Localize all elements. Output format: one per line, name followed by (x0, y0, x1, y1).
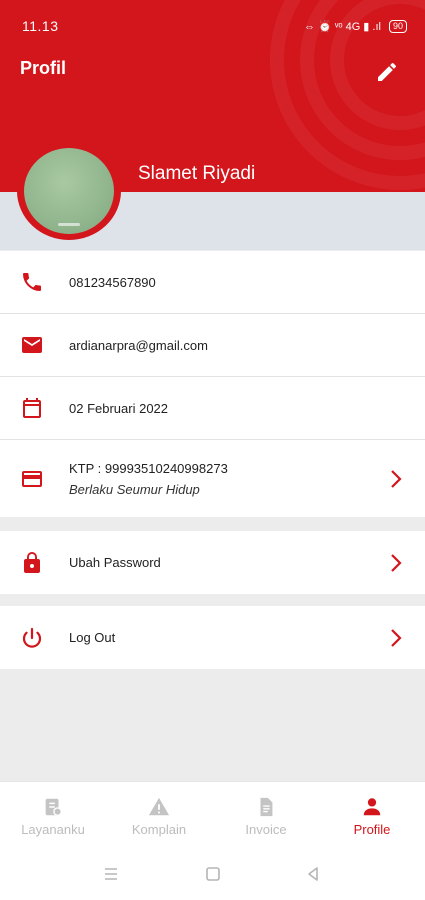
battery-icon: 90 (388, 19, 407, 33)
home-icon[interactable] (205, 866, 221, 882)
profile-name: Slamet Riyadi (138, 163, 256, 184)
document-icon (260, 797, 273, 817)
warning-icon (148, 797, 170, 816)
phone-number: 081234567890 (69, 274, 156, 290)
nav-label: Invoice (245, 822, 287, 837)
nav-item-layananku[interactable]: Layananku (3, 796, 103, 837)
id-card-icon (22, 470, 42, 487)
status-icons: ⇔ ⏰ ᵛᵒ 4G ▮ .ıl 90 (304, 19, 407, 33)
chevron-right-icon (391, 469, 402, 488)
status-indicators: ⇔ ⏰ ᵛᵒ 4G ▮ .ıl (304, 20, 381, 33)
nav-item-komplain[interactable]: Komplain (109, 796, 209, 837)
ktp-validity: Berlaku Seumur Hidup (69, 481, 200, 497)
page-title: Profil (20, 58, 67, 78)
services-icon (45, 798, 62, 816)
system-navigation-bar (0, 849, 425, 900)
email-icon (22, 337, 42, 353)
email-address: ardianarpra@gmail.com (69, 337, 208, 353)
person-icon (363, 798, 381, 816)
registration-date: 02 Februari 2022 (69, 400, 169, 416)
change-password-row[interactable]: Ubah Password (0, 531, 425, 594)
date-row: 02 Februari 2022 (0, 377, 425, 440)
nav-label: Layananku (21, 822, 85, 837)
phone-icon (23, 273, 41, 291)
logout-label: Log Out (69, 630, 116, 645)
bottom-navigation: Layananku Komplain Invoice Profile (0, 781, 425, 849)
logout-group: Log Out (0, 606, 425, 669)
chevron-right-icon (391, 628, 402, 647)
change-password-label: Ubah Password (69, 555, 161, 570)
avatar[interactable] (24, 148, 114, 234)
ktp-number: KTP : 99993510240998273 (69, 460, 228, 476)
chevron-right-icon (391, 553, 402, 572)
back-icon[interactable] (305, 866, 321, 882)
status-bar: 11.13 ⇔ ⏰ ᵛᵒ 4G ▮ .ıl 90 (22, 14, 407, 38)
ktp-info: KTP : 99993510240998273 Berlaku Seumur H… (69, 461, 228, 497)
password-group: Ubah Password (0, 531, 425, 594)
nav-item-invoice[interactable]: Invoice (216, 796, 316, 837)
email-row: ardianarpra@gmail.com (0, 314, 425, 377)
logout-row[interactable]: Log Out (0, 606, 425, 669)
recent-apps-icon[interactable] (103, 866, 119, 882)
edit-icon[interactable] (375, 60, 399, 84)
status-time: 11.13 (22, 18, 59, 34)
calendar-icon (23, 398, 41, 418)
phone-row: 081234567890 (0, 251, 425, 314)
profile-info-list: 081234567890 ardianarpra@gmail.com 02 Fe… (0, 251, 425, 517)
nav-label: Profile (353, 822, 391, 837)
ktp-row[interactable]: KTP : 99993510240998273 Berlaku Seumur H… (0, 440, 425, 517)
power-icon (22, 627, 42, 648)
lock-icon (24, 551, 40, 573)
nav-label: Komplain (131, 822, 187, 837)
nav-item-profile[interactable]: Profile (322, 796, 422, 837)
